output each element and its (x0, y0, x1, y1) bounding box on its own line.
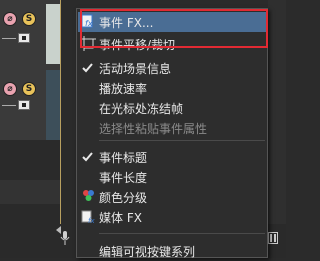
menu-item-event-fx[interactable]: fx 事件 FX... (77, 12, 267, 32)
microphone-icon[interactable] (60, 230, 70, 246)
pause-button[interactable] (268, 232, 278, 244)
track-level-slider[interactable] (2, 38, 16, 39)
menu-item-edit-keyframes[interactable]: 编辑可视按键系列 (77, 241, 267, 261)
video-track-1[interactable]: ⌀ S (0, 0, 60, 71)
solo-button[interactable]: S (22, 12, 36, 26)
menu-item-color-grading[interactable]: 颜色分级 (77, 187, 267, 207)
event-context-menu: fx 事件 FX... 事件平移/裁切 活动场景信息 播放速率 在光标处冻结帧 … (76, 8, 268, 261)
menu-item-playback-rate[interactable]: 播放速率 (77, 78, 267, 98)
menu-item-label: 事件 FX... (99, 15, 154, 30)
checkmark-icon (82, 63, 93, 73)
menu-item-freeze-frame[interactable]: 在光标处冻结帧 (77, 98, 267, 118)
mute-button[interactable]: ⌀ (3, 12, 17, 26)
menu-separator (99, 233, 265, 234)
track-lock-icon[interactable] (18, 100, 30, 110)
right-panel-edge (268, 0, 286, 224)
video-track-2[interactable]: ⌀ S (0, 70, 60, 141)
empty-track-region (0, 180, 60, 204)
menu-item-event-length[interactable]: 事件长度 (77, 167, 267, 187)
svg-text:fx: fx (88, 217, 95, 224)
track-lock-icon[interactable] (18, 33, 30, 43)
video-clip-thumbnail[interactable] (46, 4, 60, 64)
menu-item-label: 选择性粘贴事件属性 (99, 121, 208, 136)
menu-item-media-fx[interactable]: fx 媒体 FX (77, 207, 267, 227)
mute-button[interactable]: ⌀ (3, 82, 17, 96)
track-level-slider[interactable] (2, 105, 16, 106)
menu-item-label: 编辑可视按键系列 (99, 244, 196, 259)
menu-item-label: 媒体 FX (99, 210, 142, 225)
color-grading-icon (83, 190, 94, 201)
scroll-left-arrow[interactable] (56, 226, 61, 234)
menu-item-label: 在光标处冻结帧 (99, 101, 184, 116)
video-clip[interactable] (46, 70, 60, 140)
menu-item-label: 事件平移/裁切 (99, 37, 176, 52)
timeline-cursor[interactable] (60, 0, 61, 240)
checkmark-icon (82, 152, 93, 162)
fx-icon: fx (81, 14, 93, 28)
menu-item-paste-event-attributes: 选择性粘贴事件属性 (77, 118, 267, 138)
menu-item-label: 活动场景信息 (99, 61, 172, 76)
media-fx-icon: fx (81, 210, 95, 224)
pan-crop-icon (81, 36, 96, 51)
menu-item-label: 播放速率 (99, 81, 148, 96)
menu-item-active-take-info[interactable]: 活动场景信息 (77, 58, 267, 78)
menu-item-event-title[interactable]: 事件标题 (77, 147, 267, 167)
svg-text:fx: fx (85, 19, 93, 28)
menu-item-label: 事件标题 (99, 150, 148, 165)
menu-separator (99, 140, 265, 141)
menu-item-label: 事件长度 (99, 170, 148, 185)
solo-button[interactable]: S (22, 82, 36, 96)
menu-item-label: 颜色分级 (99, 190, 148, 205)
menu-item-pan-crop[interactable]: 事件平移/裁切 (77, 34, 267, 54)
